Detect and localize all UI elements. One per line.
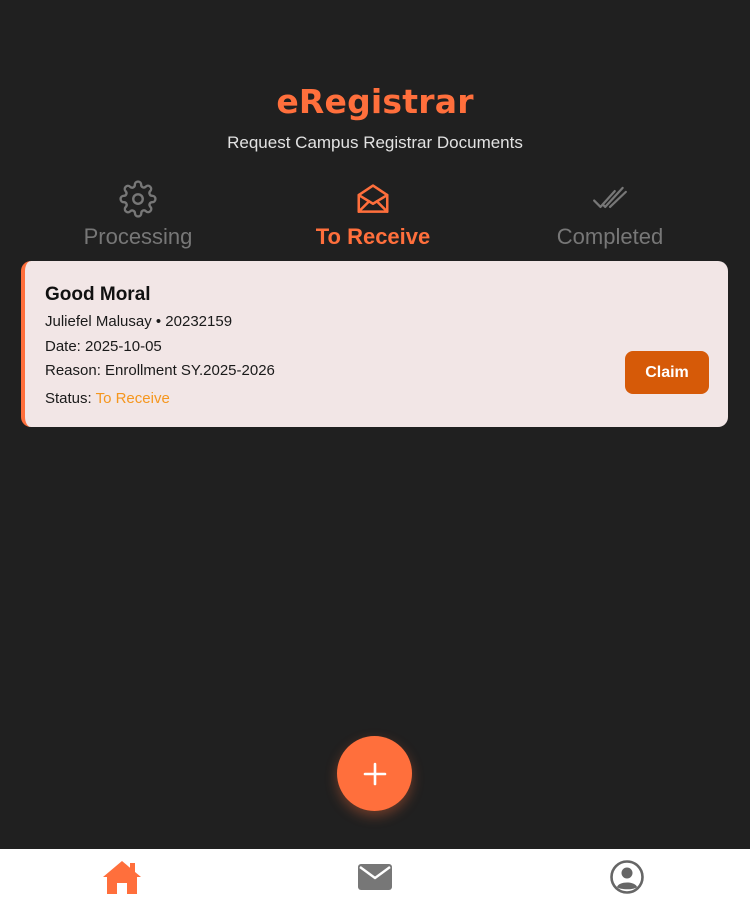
tab-processing-label: Processing: [83, 224, 193, 249]
tab-completed-label: Completed: [556, 224, 664, 249]
status-label: Status:: [45, 390, 96, 407]
claim-button[interactable]: Claim: [625, 351, 709, 394]
tab-to-receive-label: To Receive: [315, 224, 431, 249]
nav-mail[interactable]: [353, 855, 397, 899]
tab-to-receive[interactable]: To Receive: [248, 178, 498, 250]
double-check-icon: [593, 186, 627, 209]
request-status: Status: To Receive: [45, 390, 170, 407]
request-title: Good Moral: [45, 284, 151, 305]
request-date: Date: 2025-10-05: [45, 338, 162, 355]
requester-info: Juliefel Malusay • 20232159: [45, 313, 233, 330]
request-reason: Reason: Enrollment SY.2025-2026: [45, 362, 275, 379]
open-envelope-icon: [357, 184, 389, 213]
nav-profile[interactable]: [605, 855, 649, 899]
nav-home[interactable]: [100, 855, 144, 899]
tab-processing[interactable]: Processing: [13, 178, 263, 250]
request-card: Good Moral Juliefel Malusay • 20232159 D…: [21, 261, 728, 427]
add-request-button[interactable]: [337, 736, 412, 811]
gear-icon: [119, 180, 157, 218]
home-icon: [103, 861, 141, 894]
profile-icon: [610, 860, 644, 894]
bottom-nav: [0, 849, 750, 905]
tab-completed[interactable]: Completed: [485, 178, 735, 250]
app-title: eRegistrar: [276, 82, 474, 121]
app-subtitle: Request Campus Registrar Documents: [227, 133, 523, 152]
mail-icon: [358, 864, 392, 890]
plus-icon: [363, 762, 386, 785]
status-value: To Receive: [95, 390, 170, 407]
